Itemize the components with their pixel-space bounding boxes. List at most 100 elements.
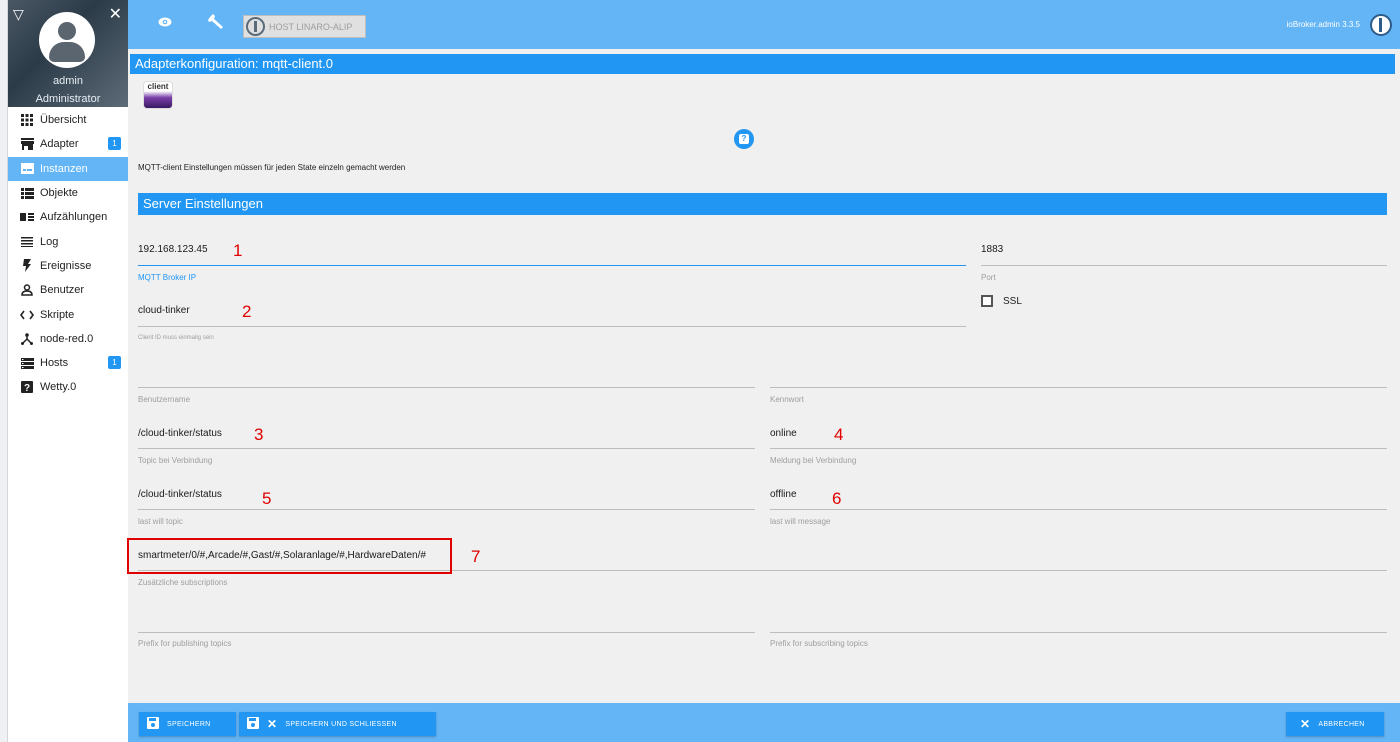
- adapter-logo: client: [143, 81, 173, 109]
- sidebar-item-adapter[interactable]: Adapter 1: [8, 132, 128, 156]
- count-badge: 1: [108, 137, 121, 151]
- sidebar-item-uebersicht[interactable]: Übersicht: [8, 108, 128, 132]
- help-box-icon: ?: [20, 380, 34, 394]
- password-field[interactable]: Kennwort: [770, 371, 1387, 404]
- info-note: MQTT-client Einstellungen müssen für jed…: [138, 163, 406, 172]
- list-icon: [20, 186, 34, 200]
- sidebar-item-label: Hosts: [40, 357, 69, 370]
- field-underline: [138, 448, 755, 449]
- broker-ip-value: 192.168.123.45: [138, 244, 208, 255]
- help-button[interactable]: ?: [734, 129, 754, 149]
- topic-connect-label: Topic bei Verbindung: [138, 456, 213, 465]
- sidebar-item-label: Instanzen: [40, 162, 88, 175]
- lastwill-message-label: last will message: [770, 517, 831, 526]
- ssl-checkbox[interactable]: SSL: [981, 295, 1022, 307]
- sidebar-item-skripte[interactable]: Skripte: [8, 302, 128, 326]
- log-icon: [20, 235, 34, 249]
- grid-icon: [20, 113, 34, 127]
- client-id-field[interactable]: cloud-tinker Client ID muss einmalig sei…: [138, 303, 966, 341]
- menu-toggle-icon[interactable]: ▽: [13, 6, 24, 23]
- field-underline: [770, 448, 1387, 449]
- wrench-icon[interactable]: [205, 14, 227, 36]
- adapter-logo-text: client: [147, 82, 169, 91]
- username-value: [138, 371, 755, 387]
- password-label: Kennwort: [770, 395, 804, 404]
- close-icon: ✕: [267, 717, 278, 731]
- field-underline: [770, 509, 1387, 510]
- annotation-number: 6: [832, 489, 842, 508]
- save-button[interactable]: SPEICHERN: [139, 712, 236, 736]
- sidebar-item-ereignisse[interactable]: Ereignisse: [8, 254, 128, 278]
- flash-icon: [20, 259, 34, 273]
- field-underline: [138, 387, 755, 388]
- iobroker-logo-icon: [1370, 14, 1392, 36]
- annotation-number: 1: [233, 241, 243, 260]
- field-underline: [770, 632, 1387, 633]
- sidebar-item-objekte[interactable]: Objekte: [8, 181, 128, 205]
- code-icon: [20, 308, 34, 322]
- host-button[interactable]: HOST LINARO-ALIP: [243, 15, 366, 38]
- sidebar-item-hosts[interactable]: Hosts 1: [8, 351, 128, 375]
- page-title: Adapterkonfiguration: mqtt-client.0: [130, 54, 1395, 74]
- field-underline: [138, 632, 755, 633]
- port-value: 1883: [981, 244, 1004, 255]
- save-close-label: SPEICHERN UND SCHLIESSEN: [285, 720, 397, 728]
- username-field[interactable]: Benutzername: [138, 371, 755, 404]
- annotation-number: 4: [834, 425, 844, 444]
- field-underline: [981, 265, 1387, 266]
- sidebar-item-label: Übersicht: [40, 114, 87, 127]
- topic-connect-value: /cloud-tinker/status: [138, 428, 222, 439]
- count-badge: 1: [108, 355, 121, 369]
- message-connect-field[interactable]: online Meldung bei Verbindung: [770, 426, 1387, 465]
- user-panel: ▽ ✕ admin Administrator: [8, 0, 128, 107]
- prefix-publish-field[interactable]: Prefix for publishing topics: [138, 616, 755, 648]
- sidebar-item-log[interactable]: Log: [8, 229, 128, 253]
- cancel-button[interactable]: ✕ ABBRECHEN: [1286, 712, 1384, 736]
- lastwill-message-field[interactable]: offline last will message: [770, 487, 1387, 526]
- prefix-publish-value: [138, 616, 755, 632]
- iobroker-logo-icon: [246, 17, 265, 36]
- topic-connect-field[interactable]: /cloud-tinker/status Topic bei Verbindun…: [138, 426, 755, 465]
- annotation-number: 5: [262, 489, 272, 508]
- prefix-subscribe-field[interactable]: Prefix for subscribing topics: [770, 616, 1387, 648]
- annotation-number: 3: [254, 425, 264, 444]
- window-left-edge: [0, 0, 8, 742]
- sidebar-item-wetty[interactable]: ? Wetty.0: [8, 375, 128, 399]
- floppy-icon: [147, 716, 159, 732]
- annotation-number: 7: [471, 547, 481, 566]
- save-label: SPEICHERN: [167, 720, 211, 728]
- sidebar-item-benutzer[interactable]: Benutzer: [8, 278, 128, 302]
- sidebar-item-label: Aufzählungen: [40, 211, 108, 224]
- sidebar-item-label: Ereignisse: [40, 259, 92, 272]
- field-underline: [138, 509, 755, 510]
- prefix-subscribe-label: Prefix for subscribing topics: [770, 639, 868, 648]
- sidebar-item-aufzaehlungen[interactable]: Aufzählungen: [8, 205, 128, 229]
- eye-icon[interactable]: [154, 14, 176, 36]
- prefix-subscribe-value: [770, 616, 1387, 632]
- enum-icon: [20, 210, 34, 224]
- sidebar-item-label: Skripte: [40, 308, 75, 321]
- sidebar-item-label: Log: [40, 235, 59, 248]
- sidebar-item-node-red[interactable]: node-red.0: [8, 327, 128, 351]
- broker-ip-field[interactable]: 192.168.123.45 MQTT Broker IP: [138, 242, 966, 282]
- field-underline: [770, 387, 1387, 388]
- checkbox-icon[interactable]: [981, 295, 993, 307]
- message-connect-label: Meldung bei Verbindung: [770, 456, 857, 465]
- floppy-icon: [247, 716, 259, 732]
- sidebar-item-instanzen[interactable]: Instanzen: [8, 156, 128, 181]
- lastwill-topic-label: last will topic: [138, 517, 183, 526]
- sidebar-nav: Übersicht Adapter 1 Instanzen Objekte Au…: [8, 108, 128, 400]
- top-toolbar: HOST LINARO-ALIP ioBroker.admin 3.3.5: [128, 0, 1400, 49]
- user-icon: [20, 283, 34, 297]
- hosts-icon: [20, 356, 34, 370]
- annotation-number: 2: [242, 302, 252, 321]
- sidebar-item-label: Objekte: [40, 187, 78, 200]
- user-role: Administrator: [35, 93, 101, 105]
- version-label: ioBroker.admin 3.3.5: [1286, 20, 1360, 29]
- lastwill-topic-field[interactable]: /cloud-tinker/status last will topic: [138, 487, 755, 526]
- message-connect-value: online: [770, 428, 797, 439]
- save-and-close-button[interactable]: ✕ SPEICHERN UND SCHLIESSEN: [239, 712, 436, 736]
- port-field[interactable]: 1883 Port: [981, 242, 1387, 282]
- prefix-publish-label: Prefix for publishing topics: [138, 639, 232, 648]
- close-icon[interactable]: ✕: [109, 4, 122, 24]
